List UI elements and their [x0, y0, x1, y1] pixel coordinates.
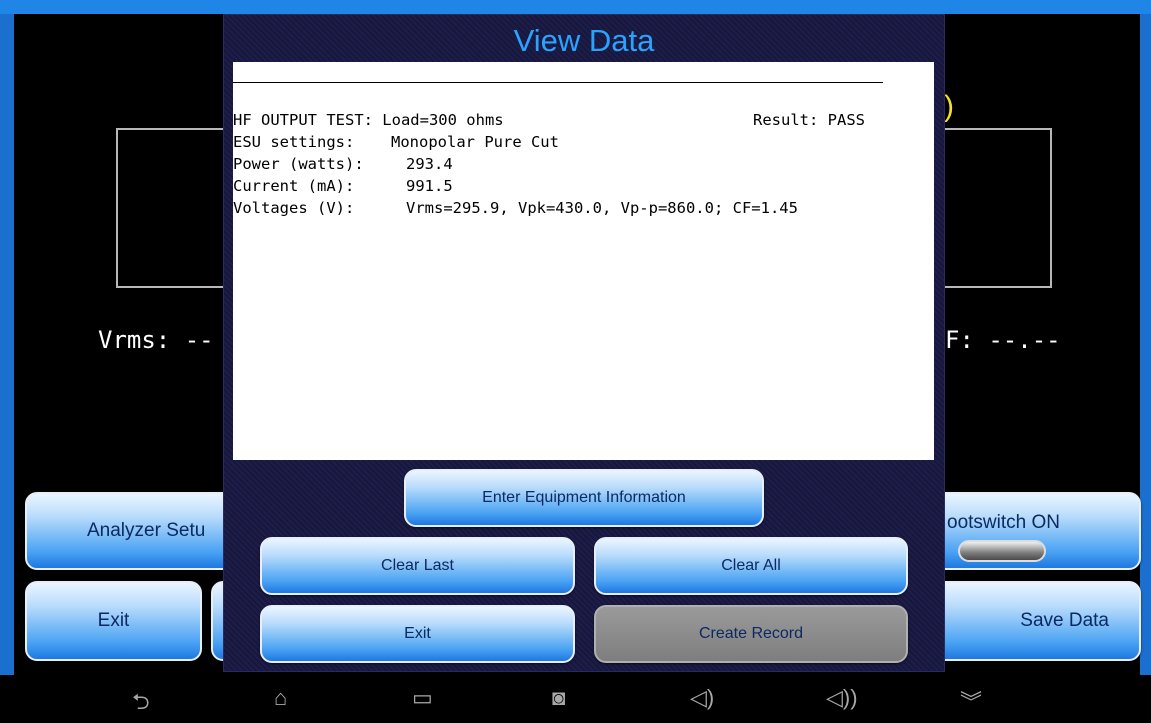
left-graph-box: [116, 128, 240, 288]
exit-dialog-button[interactable]: Exit: [260, 605, 575, 663]
report-current-value: 991.5: [406, 177, 453, 195]
volume-down-icon[interactable]: ◁): [690, 685, 714, 711]
save-data-button[interactable]: Save Data: [925, 581, 1141, 661]
enter-equipment-button[interactable]: Enter Equipment Information: [404, 469, 764, 527]
clear-all-button[interactable]: Clear All: [594, 537, 908, 595]
exit-dialog-label: Exit: [404, 625, 431, 642]
recents-icon[interactable]: ▭: [412, 685, 433, 711]
report-voltages-value: Vrms=295.9, Vpk=430.0, Vp-p=860.0; CF=1.…: [406, 199, 798, 217]
report-power-label: Power (watts):: [233, 155, 364, 173]
report-current-label: Current (mA):: [233, 177, 355, 195]
save-data-label: Save Data: [1020, 610, 1109, 631]
view-data-dialog: View Data HF OUTPUT TEST: Load=300 ohms …: [223, 14, 945, 672]
report-page: HF OUTPUT TEST: Load=300 ohms Result: PA…: [233, 62, 934, 460]
footswitch-toggle[interactable]: [958, 540, 1046, 562]
analyzer-setup-label: Analyzer Setu: [87, 520, 206, 541]
report-power-value: 293.4: [406, 155, 453, 173]
cf-readout: F: --.--: [945, 326, 1061, 354]
clear-last-label: Clear Last: [381, 557, 454, 574]
clear-all-label: Clear All: [721, 557, 781, 574]
yellow-indicator: ): [944, 90, 954, 123]
exit-main-label: Exit: [97, 610, 130, 631]
create-record-button[interactable]: Create Record: [594, 605, 908, 663]
vrms-readout: Vrms: --: [98, 326, 214, 354]
right-edge: [1140, 14, 1151, 675]
clear-last-button[interactable]: Clear Last: [260, 537, 575, 595]
enter-equipment-label: Enter Equipment Information: [482, 489, 686, 506]
home-icon[interactable]: ⌂: [274, 685, 287, 711]
top-status-bar: [0, 0, 1151, 14]
report-esu-label: ESU settings:: [233, 133, 355, 151]
report-test-line: HF OUTPUT TEST: Load=300 ohms: [233, 111, 504, 129]
analyzer-setup-button[interactable]: Analyzer Setu: [25, 492, 240, 570]
report-result: Result: PASS: [753, 111, 865, 129]
footswitch-label: ootswitch ON: [947, 512, 1060, 533]
left-edge: [0, 14, 14, 675]
report-voltages-label: Voltages (V):: [233, 199, 355, 217]
dialog-title: View Data: [513, 23, 655, 58]
expand-icon[interactable]: ︾: [960, 685, 982, 717]
create-record-label: Create Record: [698, 625, 804, 642]
exit-main-button[interactable]: Exit: [25, 581, 202, 661]
right-graph-box: [935, 128, 1052, 288]
report-esu-value: Monopolar Pure Cut: [391, 133, 559, 151]
screenshot-icon[interactable]: ◙: [552, 685, 565, 711]
back-icon[interactable]: ⮌: [132, 685, 150, 723]
volume-up-icon[interactable]: ◁)): [826, 685, 858, 711]
report-rule: [233, 82, 883, 83]
system-nav-bar: ⮌ ⌂ ▭ ◙ ◁) ◁)) ︾: [0, 675, 1151, 721]
